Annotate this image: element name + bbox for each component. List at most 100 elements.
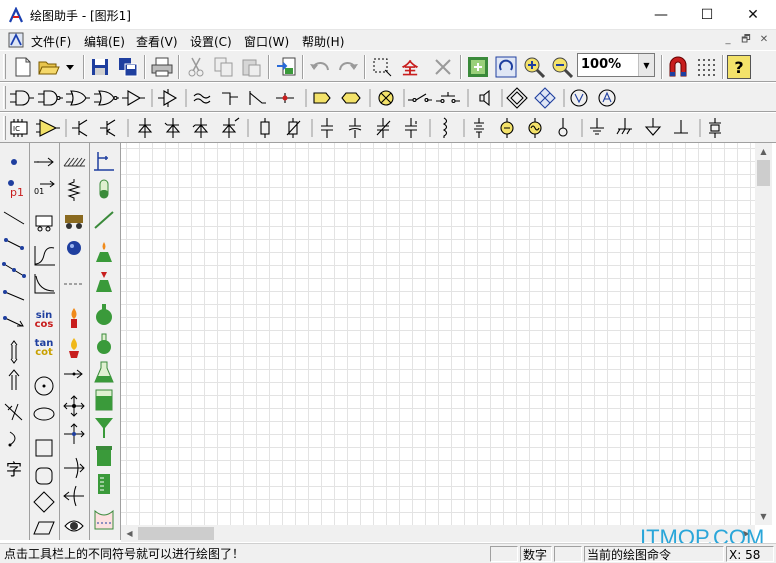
delete-icon[interactable] <box>431 55 455 79</box>
mdi-minimize-button[interactable]: _ <box>720 33 736 47</box>
zoom-in-icon[interactable] <box>522 55 546 79</box>
mdi-close-button[interactable]: ✕ <box>756 33 772 47</box>
menu-file[interactable]: 文件(F) <box>31 33 71 50</box>
chevron-down-icon[interactable]: ▼ <box>638 54 654 76</box>
tan-cot-icon[interactable]: tan cot <box>32 335 56 361</box>
dash-line-icon[interactable] <box>62 271 86 297</box>
vertical-scrollbar[interactable]: ▲ ▼ <box>755 143 772 525</box>
grid-icon[interactable] <box>694 55 718 79</box>
refresh-icon[interactable] <box>494 55 518 79</box>
gas-jar-icon[interactable] <box>92 443 116 469</box>
scroll-left-icon[interactable]: ◀ <box>121 525 138 542</box>
mirror-arrow-icon[interactable] <box>62 483 86 509</box>
toolbar-grip[interactable] <box>3 86 6 109</box>
spring-icon[interactable] <box>62 177 86 203</box>
copy-icon[interactable] <box>212 55 236 79</box>
graduated-cylinder-icon[interactable] <box>92 471 116 497</box>
double-arrow-icon[interactable] <box>2 339 26 365</box>
up-arrow-icon[interactable] <box>2 367 26 393</box>
labeled-point-icon[interactable]: p1 <box>2 175 26 201</box>
point-icon[interactable] <box>2 149 26 175</box>
cart-icon[interactable] <box>32 209 56 235</box>
scroll-down-icon[interactable]: ▼ <box>755 508 772 525</box>
ray-icon[interactable] <box>2 283 26 309</box>
alcohol-lamp-icon[interactable] <box>92 239 116 265</box>
zoom-out-icon[interactable] <box>550 55 574 79</box>
toolbar-grip[interactable] <box>3 54 6 79</box>
line-icon[interactable] <box>2 205 26 231</box>
select-icon[interactable] <box>370 55 394 79</box>
burner-green-icon[interactable] <box>92 269 116 295</box>
close-button[interactable]: ✕ <box>730 0 776 30</box>
test-tube-icon[interactable] <box>92 177 116 203</box>
help-icon[interactable]: ? <box>727 55 751 79</box>
minimize-button[interactable]: — <box>638 0 684 30</box>
magnet-icon[interactable] <box>666 55 690 79</box>
rectangle-icon[interactable] <box>32 435 56 461</box>
menu-view[interactable]: 查看(V) <box>136 33 178 50</box>
paste-icon[interactable] <box>240 55 264 79</box>
new-icon[interactable] <box>11 55 35 79</box>
menu-settings[interactable]: 设置(C) <box>190 33 232 50</box>
circle-center-icon[interactable] <box>32 373 56 399</box>
menu-edit[interactable]: 编辑(E) <box>84 33 125 50</box>
number-arrow-icon[interactable]: 01 <box>32 175 56 201</box>
glass-rod-icon[interactable] <box>92 207 116 233</box>
menu-window[interactable]: 窗口(W) <box>244 33 289 50</box>
scroll-up-icon[interactable]: ▲ <box>755 143 772 160</box>
fit-icon[interactable] <box>466 55 490 79</box>
document-icon[interactable] <box>8 32 24 48</box>
sin-cos-icon[interactable]: sin cos <box>32 307 56 333</box>
flask-icon[interactable] <box>92 331 116 357</box>
trolley-icon[interactable] <box>62 207 86 233</box>
select-all-icon[interactable]: 全 <box>398 55 422 79</box>
menu-help[interactable]: 帮助(H) <box>302 33 344 50</box>
zoom-select[interactable]: 100% ▼ <box>577 53 655 77</box>
import-icon[interactable] <box>275 55 299 79</box>
arrow-right-icon[interactable] <box>32 149 56 175</box>
candle-flame-icon[interactable] <box>62 305 86 331</box>
horizontal-scroll-thumb[interactable] <box>138 527 214 540</box>
maximize-button[interactable]: ☐ <box>684 0 730 30</box>
parallelogram-icon[interactable] <box>32 515 56 541</box>
burner-icon[interactable] <box>62 335 86 361</box>
rounded-rectangle-icon[interactable] <box>32 463 56 489</box>
save-all-icon[interactable] <box>116 55 140 79</box>
beaker-icon[interactable] <box>92 387 116 413</box>
print-icon[interactable] <box>150 55 174 79</box>
arrow-point-icon[interactable] <box>62 361 86 387</box>
arc-icon[interactable] <box>2 425 26 451</box>
text-tool-icon[interactable]: 字 <box>2 455 26 481</box>
open-icon[interactable] <box>37 55 61 79</box>
stand-icon[interactable] <box>92 149 116 175</box>
force-cross-dot-icon[interactable] <box>62 421 86 447</box>
conical-flask-icon[interactable] <box>92 359 116 385</box>
lens-arrow-icon[interactable] <box>62 455 86 481</box>
save-icon[interactable] <box>88 55 112 79</box>
hatched-surface-icon[interactable] <box>62 149 86 175</box>
undo-icon[interactable] <box>308 55 332 79</box>
angle-icon[interactable] <box>2 399 26 425</box>
redo-icon[interactable] <box>336 55 360 79</box>
vector-icon[interactable] <box>2 309 26 335</box>
vertical-scroll-thumb[interactable] <box>757 160 770 186</box>
eye-icon[interactable] <box>62 513 86 539</box>
funnel-icon[interactable] <box>92 415 116 441</box>
polyline-icon[interactable] <box>2 257 26 283</box>
toolbar-grip[interactable] <box>3 116 6 140</box>
logic-symbols-strip[interactable] <box>8 87 768 109</box>
ball-icon[interactable] <box>62 235 86 261</box>
decay-curve-icon[interactable] <box>32 271 56 297</box>
coordinate-curve-icon[interactable] <box>32 243 56 269</box>
round-flask-icon[interactable] <box>92 301 116 327</box>
trough-icon[interactable] <box>92 507 116 533</box>
cut-icon[interactable] <box>184 55 208 79</box>
mdi-restore-button[interactable]: 🗗 <box>738 33 754 47</box>
ellipse-icon[interactable] <box>32 401 56 427</box>
drawing-canvas[interactable] <box>121 143 755 525</box>
open-dropdown-icon[interactable] <box>62 55 78 79</box>
component-symbols-strip[interactable]: IC <box>8 117 768 139</box>
diamond-shape-icon[interactable] <box>32 489 56 515</box>
force-cross-icon[interactable] <box>62 393 86 419</box>
segment-icon[interactable] <box>2 231 26 257</box>
